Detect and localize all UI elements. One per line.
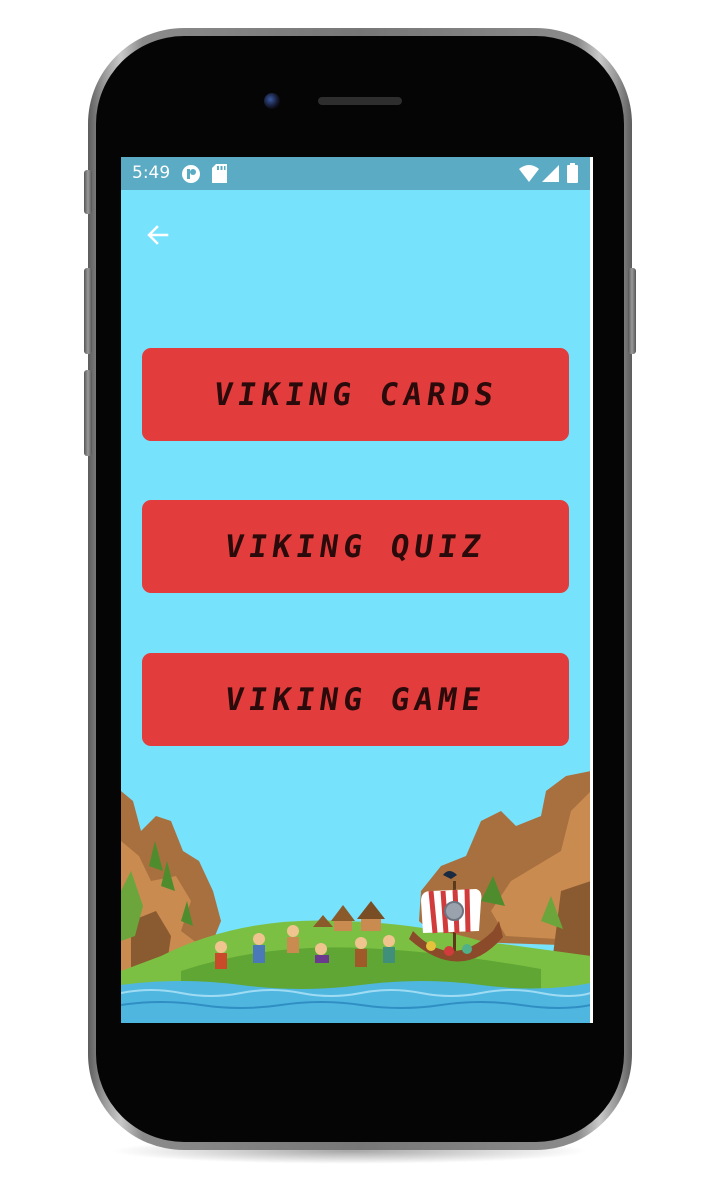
volume-down-button [84,370,92,456]
mute-switch [84,170,92,214]
status-time: 5:49 [132,163,171,183]
power-button [628,268,636,354]
earpiece-speaker [318,97,402,105]
app-screen: 5:49 VIKING CARDS VIKING QUIZ VIKING GAM… [121,157,591,1023]
screen-edge [590,157,593,1023]
arrow-left-icon [147,225,169,245]
viking-cards-button[interactable]: VIKING CARDS [142,348,569,441]
sd-card-icon [212,164,227,187]
front-camera [264,93,280,109]
app-notification-icon [181,164,201,188]
battery-icon [567,163,578,187]
viking-quiz-label: VIKING QUIZ [222,528,489,565]
viking-quiz-button[interactable]: VIKING QUIZ [142,500,569,593]
viking-game-label: VIKING GAME [222,681,489,718]
viking-cards-label: VIKING CARDS [210,376,501,413]
status-bar: 5:49 [121,157,591,190]
viking-game-button[interactable]: VIKING GAME [142,653,569,746]
back-button[interactable] [143,220,173,250]
volume-up-button [84,268,92,354]
wifi-icon [519,165,539,186]
cell-signal-icon [542,165,559,186]
viking-village-illustration [121,771,591,1023]
